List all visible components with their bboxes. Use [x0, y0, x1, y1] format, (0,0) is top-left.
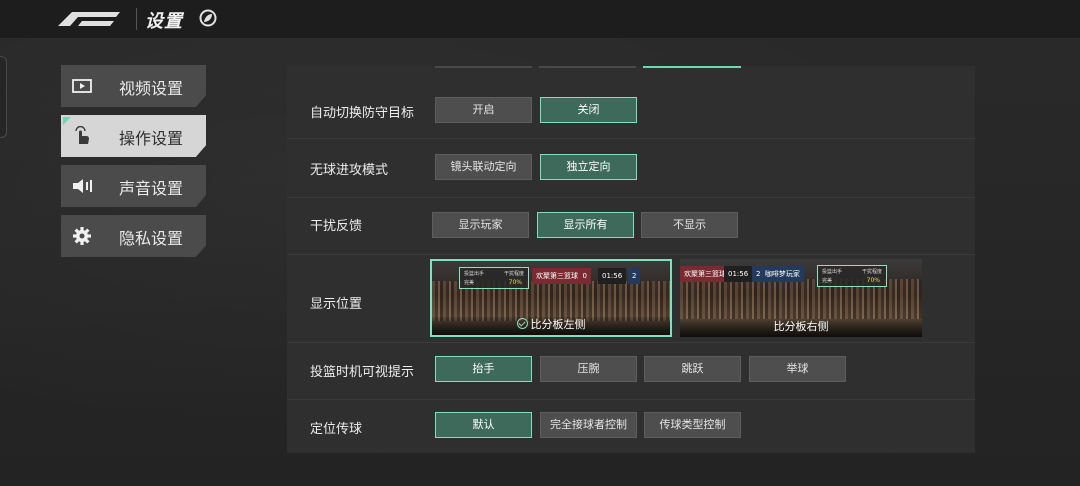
active-corner-marker	[63, 117, 71, 125]
option-independent[interactable]: 独立定向	[540, 154, 637, 180]
row-offball-mode: 无球进攻模式 镜头联动定向 独立定向	[287, 139, 975, 198]
sidebar-item-label: 操作设置	[119, 129, 184, 148]
touch-hand-icon	[75, 126, 89, 144]
scoreboard-home: 欢聚第三篮球 0	[532, 268, 591, 284]
top-bar: 设置	[0, 0, 1080, 39]
sidebar-item-sound[interactable]: 声音设置	[61, 165, 206, 207]
option-receiver-control[interactable]: 完全接球者控制	[540, 412, 637, 438]
row-interference: 干扰反馈 显示玩家 显示所有 不显示	[287, 198, 975, 255]
option-jump[interactable]: 跳跃	[644, 356, 741, 382]
caption: 比分板右侧	[773, 320, 829, 333]
scoreboard-away: 2 咖啡梦玩家	[752, 266, 804, 282]
video-icon	[72, 79, 92, 93]
row-label: 定位传球	[310, 422, 363, 437]
option-camera-linked[interactable]: 镜头联动定向	[435, 154, 532, 180]
brand-logo-icon	[58, 12, 120, 26]
option-off[interactable]: 关闭	[540, 97, 637, 123]
preview-right-of-scoreboard[interactable]: 欢聚第三篮球 0 01:56 2 咖啡梦玩家 投篮出手 干扰程度 完美 70% …	[680, 259, 922, 337]
row-directional-pass: 定位传球 默认 完全接球者控制 传球类型控制	[287, 400, 975, 453]
back-edge-handle[interactable]	[0, 56, 7, 138]
row-label: 干扰反馈	[310, 219, 363, 234]
header-divider	[136, 8, 137, 30]
row-label: 投篮时机可视提示	[310, 365, 415, 380]
caption: 比分板左侧	[432, 316, 670, 332]
check-circle-icon	[516, 318, 528, 329]
row-label: 无球进攻模式	[310, 163, 389, 178]
scoreboard-clock: 01:56	[724, 266, 753, 282]
row-label: 自动切换防守目标	[310, 106, 415, 121]
settings-panel: 自动切换防守目标 开启 关闭 无球进攻模式 镜头联动定向 独立定向 干扰反馈 显…	[287, 66, 975, 453]
sidebar-item-label: 视频设置	[119, 79, 184, 98]
row-auto-switch: 自动切换防守目标 开启 关闭	[287, 80, 975, 139]
leaf-icon	[199, 9, 217, 27]
option-wrist[interactable]: 压腕	[540, 356, 637, 382]
sidebar-item-label: 声音设置	[119, 179, 184, 198]
sidebar-item-label: 隐私设置	[119, 229, 184, 248]
scrolled-row-remnant	[287, 66, 975, 68]
scoreboard-away: 2	[628, 268, 641, 284]
sidebar-item-video[interactable]: 视频设置	[61, 65, 206, 107]
option-hide[interactable]: 不显示	[641, 212, 738, 238]
option-pass-type-control[interactable]: 传球类型控制	[644, 412, 741, 438]
sidebar-item-controls[interactable]: 操作设置	[61, 115, 206, 157]
gear-icon	[73, 227, 91, 245]
option-on[interactable]: 开启	[435, 97, 532, 123]
option-lift-ball[interactable]: 举球	[749, 356, 846, 382]
option-raise-hand[interactable]: 抬手	[435, 356, 532, 382]
page-title: 设置	[145, 11, 183, 32]
preview-left-of-scoreboard[interactable]: 投篮出手 干扰程度 完美 70% 欢聚第三篮球 0 01:56 2 比分板左侧	[430, 259, 672, 337]
row-label: 显示位置	[310, 297, 363, 312]
option-show-player[interactable]: 显示玩家	[432, 212, 529, 238]
hint-box: 投篮出手 干扰程度 完美 70%	[459, 267, 529, 289]
hint-box: 投篮出手 干扰程度 完美 70%	[817, 265, 887, 287]
scoreboard-clock: 01:56	[598, 268, 627, 284]
speaker-icon	[73, 179, 92, 193]
sidebar-item-privacy[interactable]: 隐私设置	[61, 215, 206, 257]
sidebar: 视频设置 操作设置 声音设置 隐私设置	[61, 65, 206, 265]
row-shot-timing: 投篮时机可视提示 抬手 压腕 跳跃 举球	[287, 343, 975, 400]
option-show-all[interactable]: 显示所有	[537, 212, 634, 238]
option-default[interactable]: 默认	[435, 412, 532, 438]
